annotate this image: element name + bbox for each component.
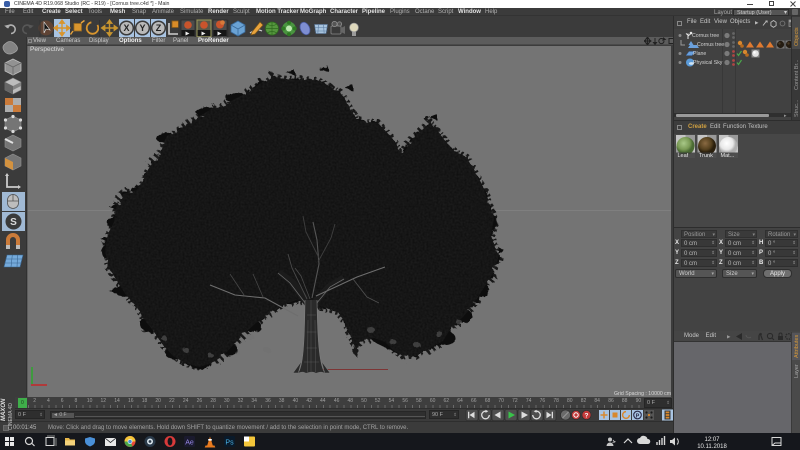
svg-text:Mat...: Mat... <box>721 153 735 159</box>
svg-text:S: S <box>10 217 17 228</box>
svg-text:Leaf: Leaf <box>678 153 689 159</box>
svg-text:X: X <box>123 23 129 33</box>
svg-text:Ae: Ae <box>185 440 194 447</box>
svg-text:Z: Z <box>156 23 162 33</box>
svg-text:?: ? <box>585 413 589 420</box>
svg-text:Ps: Ps <box>225 440 234 447</box>
svg-text:Y: Y <box>139 23 145 33</box>
svg-text:10.11.2018: 10.11.2018 <box>697 444 727 450</box>
svg-text:12:07: 12:07 <box>704 437 720 443</box>
svg-text:P: P <box>636 413 640 419</box>
svg-text:Trunk: Trunk <box>699 153 713 159</box>
